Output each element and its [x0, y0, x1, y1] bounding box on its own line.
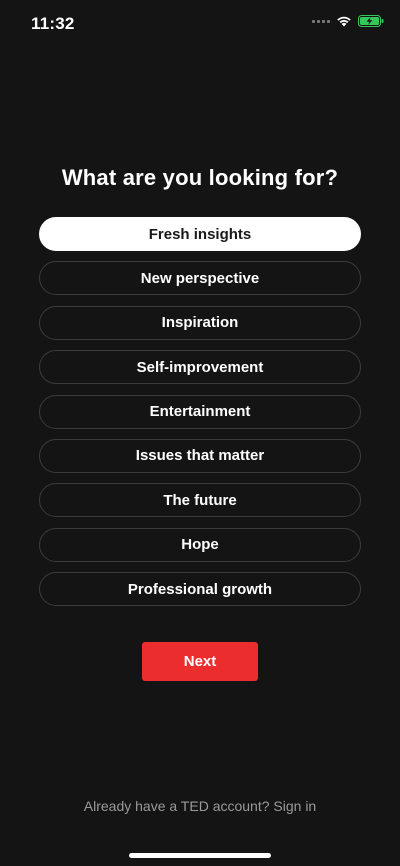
status-icons [312, 15, 384, 27]
option-inspiration[interactable]: Inspiration [39, 305, 361, 340]
option-self-improvement[interactable]: Self-improvement [39, 350, 361, 385]
option-professional-growth[interactable]: Professional growth [39, 572, 361, 607]
option-new-perspective[interactable]: New perspective [39, 261, 361, 296]
battery-charging-icon [358, 15, 384, 27]
option-entertainment[interactable]: Entertainment [39, 394, 361, 429]
status-bar: 11:32 [0, 0, 400, 48]
option-fresh-insights[interactable]: Fresh insights [39, 217, 361, 251]
option-the-future[interactable]: The future [39, 483, 361, 518]
option-issues-that-matter[interactable]: Issues that matter [39, 438, 361, 473]
wifi-icon [336, 15, 352, 27]
cellular-signal-icon [312, 19, 330, 23]
interest-options-list: Fresh insights New perspective Inspirati… [39, 217, 361, 607]
sign-in-link[interactable]: Already have a TED account? Sign in [0, 798, 400, 814]
status-time: 11:32 [31, 14, 75, 33]
next-button[interactable]: Next [142, 642, 258, 681]
page-title: What are you looking for? [61, 165, 339, 190]
home-indicator[interactable] [129, 853, 271, 858]
option-hope[interactable]: Hope [39, 527, 361, 562]
